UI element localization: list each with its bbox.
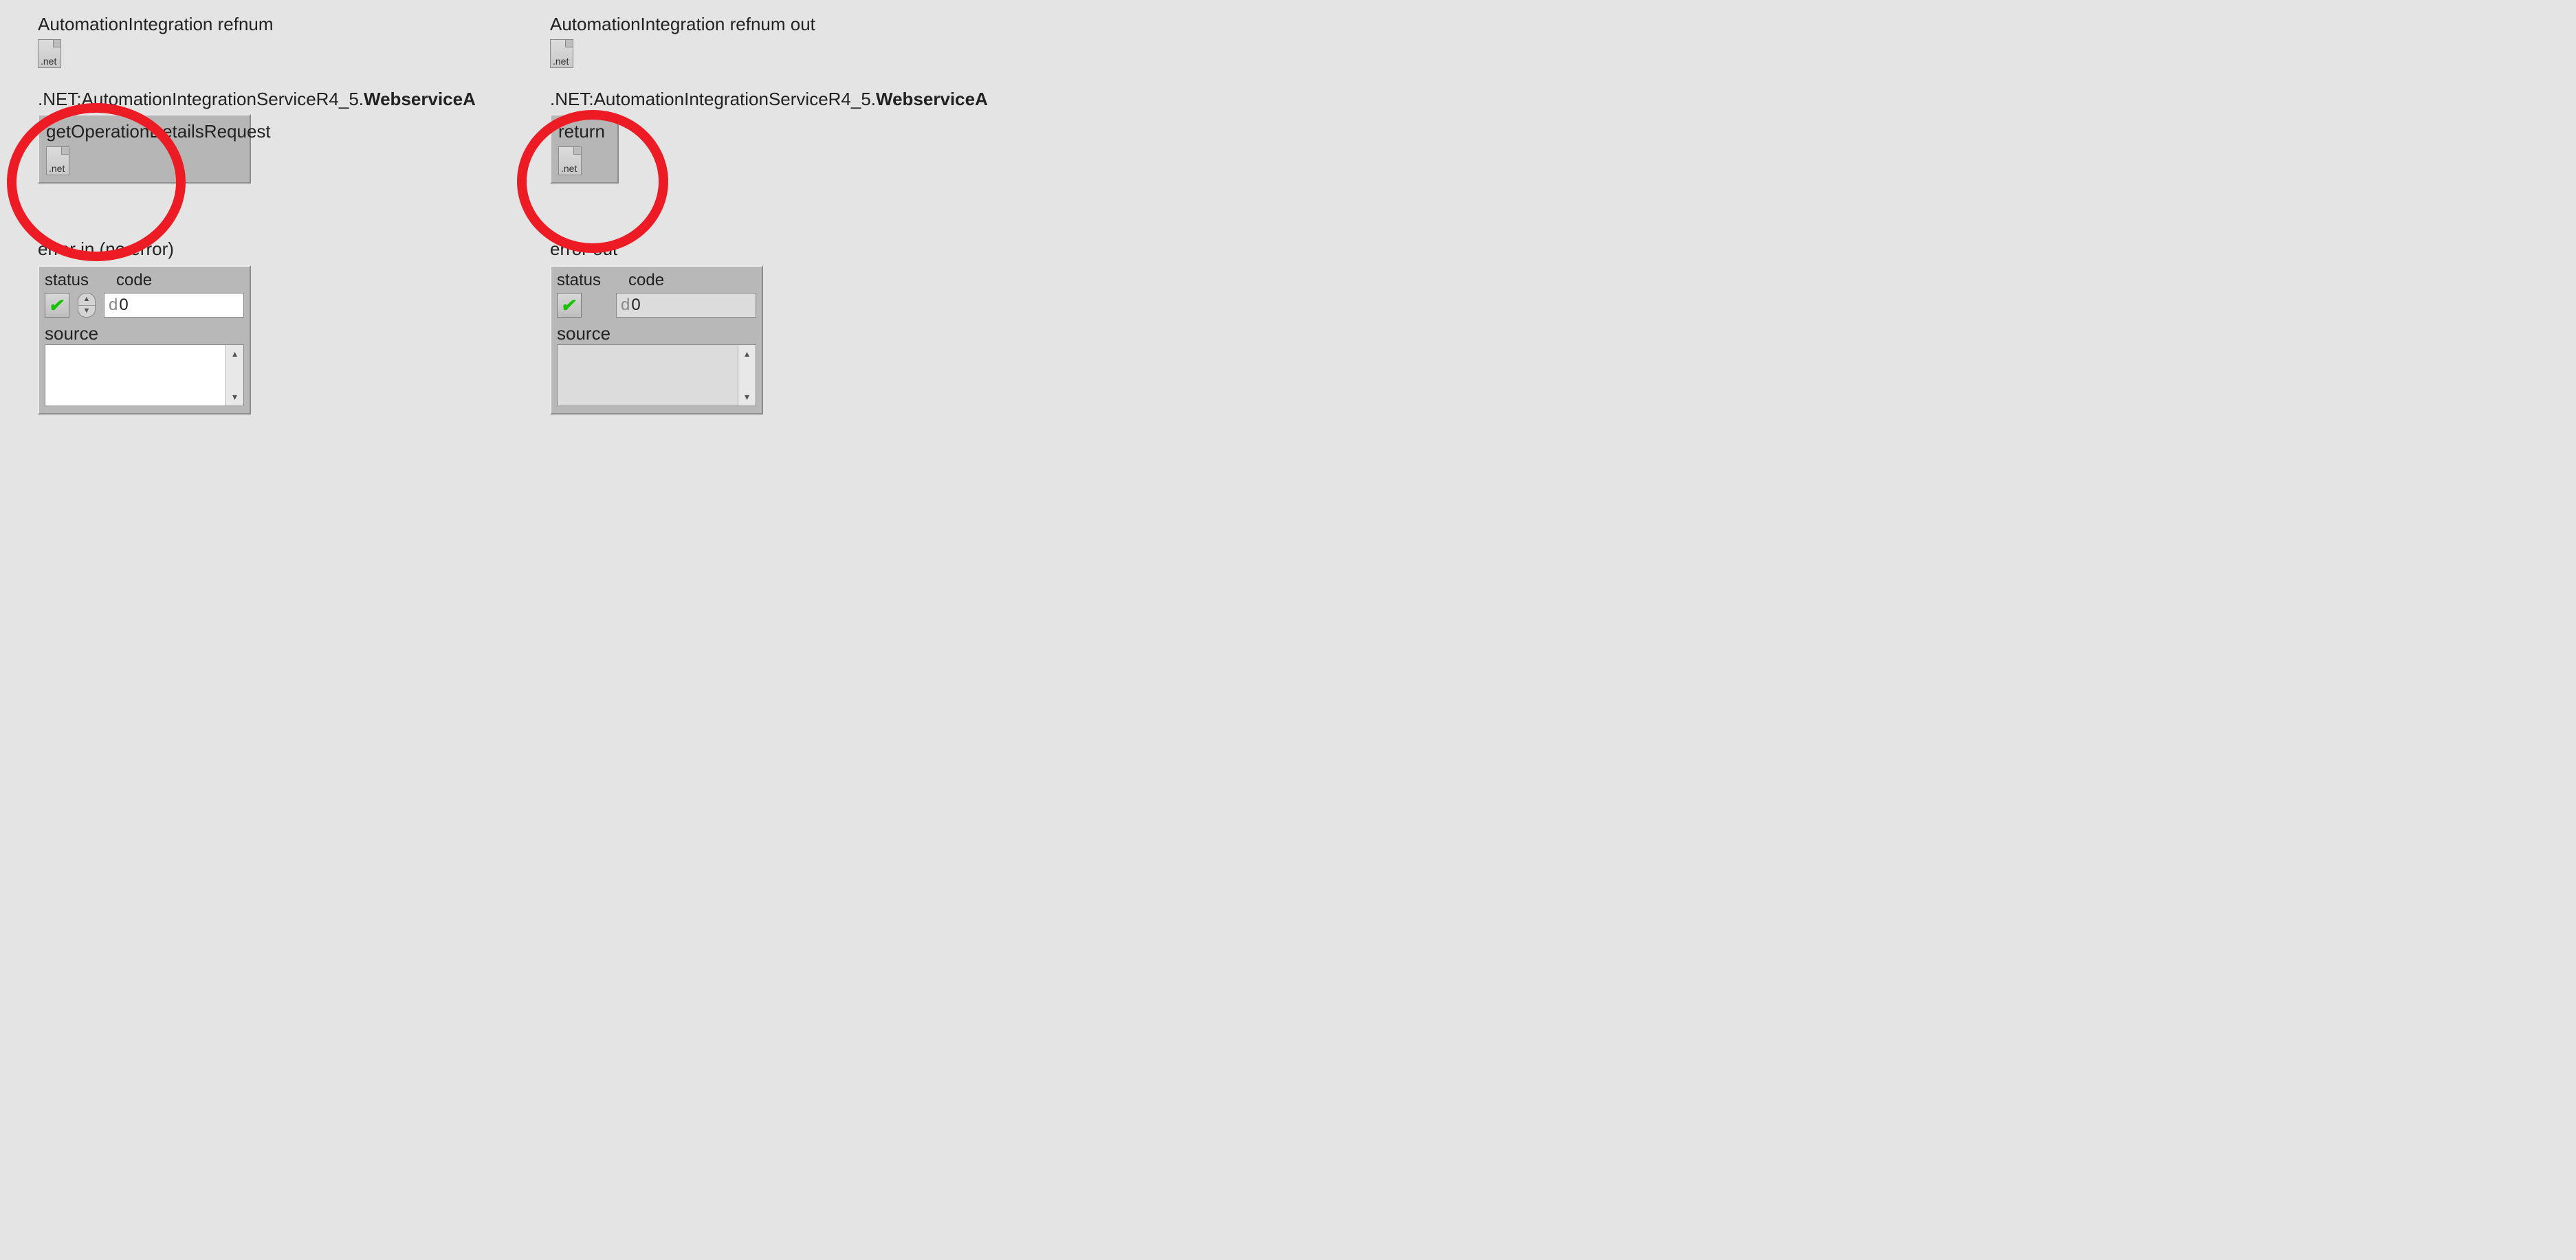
return-cluster-caption: return [558, 121, 610, 142]
status-boolean-input[interactable]: ✔ [45, 293, 69, 318]
code-radix-icon: d [109, 296, 118, 315]
error-in-title: error in (no error) [38, 239, 547, 260]
status-label: status [557, 271, 601, 290]
code-label: code [116, 271, 152, 290]
code-radix-icon: d [621, 296, 630, 315]
dotnet-icon-text: .net [49, 163, 65, 174]
error-source-input[interactable]: ▴ ▾ [45, 344, 244, 406]
error-out-section: error out status code ✔ d 0 [550, 239, 1059, 415]
check-icon: ✔ [47, 295, 66, 316]
refnum-out-label: AutomationIntegration refnum out [550, 14, 1059, 35]
error-out-title: error out [550, 239, 1059, 260]
type-prefix-left: .NET:AutomationIntegrationServiceR4_5. [38, 89, 364, 110]
scrollbar[interactable]: ▴ ▾ [738, 345, 756, 406]
status-boolean-indicator: ✔ [557, 293, 582, 318]
scroll-down-icon[interactable]: ▾ [232, 391, 237, 403]
dotnet-type-label-left: .NET:AutomationIntegrationServiceR4_5. W… [38, 89, 547, 110]
scroll-up-icon[interactable]: ▴ [232, 348, 237, 360]
code-label: code [628, 271, 664, 290]
dotnet-refnum-icon[interactable]: .net [558, 146, 582, 175]
dotnet-refnum-icon[interactable]: .net [46, 146, 69, 175]
spin-down-icon[interactable]: ▼ [78, 306, 95, 318]
request-cluster-caption: getOperationDetailsRequest [46, 121, 243, 142]
check-icon: ✔ [560, 295, 578, 316]
type-suffix-right: WebserviceA [876, 89, 988, 110]
dotnet-type-label-right: .NET:AutomationIntegrationServiceR4_5. W… [550, 89, 1059, 110]
dotnet-icon-text: .net [561, 163, 577, 174]
scroll-up-icon[interactable]: ▴ [745, 348, 749, 360]
source-label: source [557, 323, 756, 344]
return-cluster[interactable]: return .net [550, 114, 619, 184]
error-code-value: 0 [119, 296, 128, 315]
error-code-indicator: d 0 [616, 293, 756, 318]
dotnet-icon-text: .net [41, 56, 56, 67]
scrollbar[interactable]: ▴ ▾ [225, 345, 243, 406]
numeric-spin-buttons[interactable]: ▲ ▼ [78, 293, 96, 318]
source-label: source [45, 323, 244, 344]
refnum-in-label: AutomationIntegration refnum [38, 14, 547, 35]
dotnet-refnum-icon[interactable]: .net [38, 39, 61, 68]
error-code-value: 0 [631, 296, 640, 315]
error-source-indicator: ▴ ▾ [557, 344, 756, 406]
left-column: AutomationIntegration refnum .net .NET:A… [38, 14, 547, 415]
error-out-cluster: status code ✔ d 0 source [550, 265, 763, 415]
scroll-down-icon[interactable]: ▾ [745, 391, 749, 403]
dotnet-refnum-icon[interactable]: .net [550, 39, 573, 68]
status-label: status [45, 271, 89, 290]
error-code-input[interactable]: d 0 [104, 293, 244, 318]
request-cluster[interactable]: getOperationDetailsRequest .net [38, 114, 251, 184]
type-suffix-left: WebserviceA [364, 89, 476, 110]
dotnet-icon-text: .net [553, 56, 569, 67]
right-column: AutomationIntegration refnum out .net .N… [550, 14, 1059, 415]
spin-up-icon[interactable]: ▲ [78, 294, 95, 306]
labview-front-panel: AutomationIntegration refnum .net .NET:A… [0, 0, 1072, 550]
error-in-section: error in (no error) status code ✔ ▲ ▼ d [38, 239, 547, 415]
type-prefix-right: .NET:AutomationIntegrationServiceR4_5. [550, 89, 876, 110]
error-in-cluster[interactable]: status code ✔ ▲ ▼ d 0 [38, 265, 251, 415]
